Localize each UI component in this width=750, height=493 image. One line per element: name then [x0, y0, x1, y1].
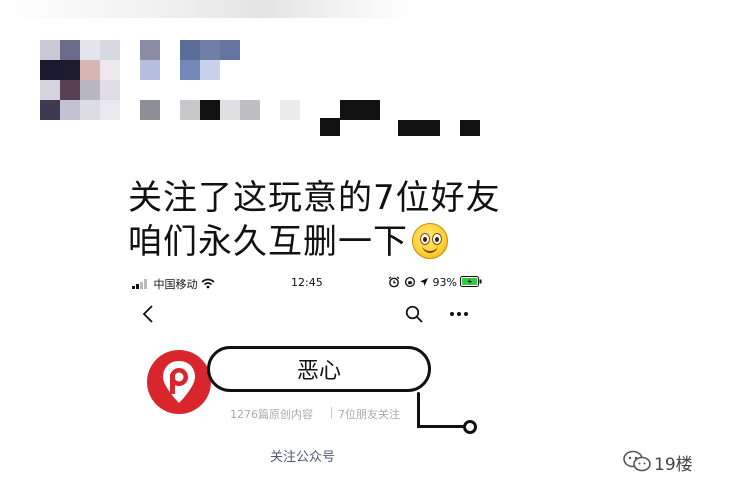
- status-bar-right: 93%: [388, 276, 482, 290]
- alarm-icon: [388, 276, 400, 288]
- more-icon[interactable]: [449, 311, 469, 317]
- connector-dot: [463, 420, 477, 434]
- wechat-icon: [623, 450, 651, 472]
- account-logo: [147, 350, 211, 414]
- caption-line-1: 关注了这玩意的7位好友: [128, 178, 501, 218]
- top-shadow: [0, 0, 750, 18]
- caption-line-2-text: 咱们永久互删一下: [128, 222, 408, 262]
- wifi-icon: [201, 278, 215, 289]
- connector-line-vertical: [417, 392, 420, 428]
- follow-account-button[interactable]: 关注公众号: [270, 446, 335, 465]
- search-icon[interactable]: [405, 305, 423, 323]
- friends-following: 7位朋友关注: [338, 408, 400, 421]
- signal-icon: [132, 279, 147, 289]
- caption-line-2: 咱们永久互删一下: [128, 214, 448, 263]
- account-name: 恶心: [296, 359, 341, 384]
- back-icon[interactable]: [141, 305, 155, 323]
- battery-icon: [460, 276, 482, 287]
- smiley-emoji: [412, 223, 448, 259]
- rotation-lock-icon: [404, 276, 415, 288]
- watermark-text: 19楼: [654, 455, 693, 475]
- battery-percent: 93%: [432, 276, 457, 289]
- account-name-bubble: 恶心: [207, 346, 431, 392]
- article-count: 1276篇原创内容: [230, 408, 313, 421]
- connector-line-horizontal: [417, 425, 469, 428]
- status-bar-left: 中国移动: [132, 276, 215, 291]
- carrier-label: 中国移动: [153, 278, 198, 291]
- meta-divider: [331, 407, 332, 419]
- status-time: 12:45: [291, 276, 323, 289]
- location-arrow-icon: [420, 278, 428, 286]
